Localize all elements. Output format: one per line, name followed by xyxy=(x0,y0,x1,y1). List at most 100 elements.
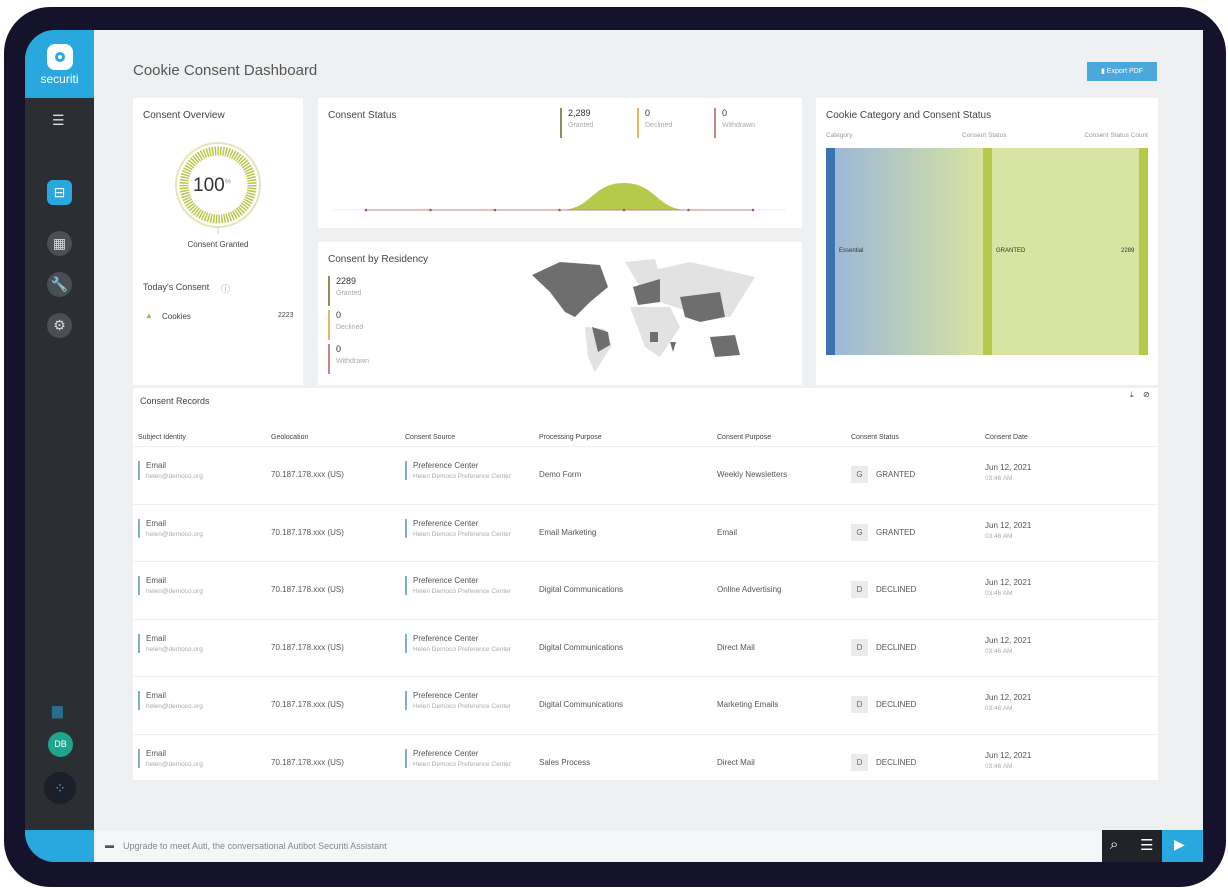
column-header[interactable]: Consent Purpose xyxy=(717,434,771,441)
identity-type: Email xyxy=(146,518,167,528)
status-text: DECLINED xyxy=(876,700,917,710)
table-row[interactable]: Email helen@democo.org 70.187.178.xxx (US… xyxy=(133,561,1158,618)
column-header[interactable]: Consent Date xyxy=(985,434,1028,441)
table-row[interactable]: Email helen@democo.org 70.187.178.xxx (US… xyxy=(133,676,1158,733)
menu-icon[interactable]: ☰ xyxy=(52,112,65,129)
geolocation: 70.187.178.xxx (US) xyxy=(271,470,344,479)
time: 03:46 AM xyxy=(985,475,1013,482)
stat-declined: 0 Declined xyxy=(328,310,363,340)
source-detail: Helen Democo Preference Center xyxy=(413,530,511,538)
avatar[interactable]: DB xyxy=(48,732,73,757)
card-title: Consent Overview xyxy=(143,110,225,121)
triangle-up-icon: ▲ xyxy=(145,311,153,320)
gauge-value: 100 xyxy=(193,175,225,196)
table-row[interactable]: Email helen@democo.org 70.187.178.xxx (US… xyxy=(133,446,1158,503)
time: 03:46 AM xyxy=(985,590,1013,598)
consent-date: Jun 12, 2021 03:46 AM xyxy=(985,463,1031,482)
series-granted-area xyxy=(366,183,753,210)
sankey-node-count[interactable] xyxy=(1139,148,1148,355)
time: 03:46 AM xyxy=(985,647,1013,655)
status-badge: D xyxy=(851,638,868,656)
identity-email: helen@democo.org xyxy=(146,588,203,596)
download-icon[interactable]: ⤓ xyxy=(1130,390,1134,400)
search-icon[interactable]: ⌕ xyxy=(1110,836,1118,853)
data-point xyxy=(429,208,432,212)
wrench-icon[interactable]: 🔧 xyxy=(47,272,72,297)
gauge-unit: % xyxy=(224,178,231,186)
gear-icon[interactable]: ⚙ xyxy=(47,313,72,338)
processing-purpose: Demo Form xyxy=(539,470,582,479)
assistant-input[interactable]: ▬ Upgrade to meet Auti, the conversation… xyxy=(96,831,1102,861)
source-detail: Helen Democo Preference Center xyxy=(413,588,511,596)
consent-source: Preference Center Helen Democo Preference… xyxy=(405,691,511,711)
table-row[interactable]: Email helen@democo.org 70.187.178.xxx (US… xyxy=(133,503,1158,561)
export-pdf-button[interactable]: ▮ Export PDF xyxy=(1087,62,1157,81)
stat-value: 0 xyxy=(336,344,342,354)
identity-email: helen@democo.org xyxy=(146,761,203,768)
geolocation: 70.187.178.xxx (US) xyxy=(271,527,344,537)
consent-status: D DECLINED xyxy=(851,754,916,771)
consent-source: Preference Center Helen Democo Preference… xyxy=(405,633,511,653)
sankey-label: GRANTED xyxy=(996,248,1026,254)
sliders-icon[interactable]: ☰ xyxy=(1140,836,1153,854)
sankey-node-essential[interactable] xyxy=(826,148,835,355)
status-text: GRANTED xyxy=(876,527,916,537)
chat-icon[interactable]: ▆ xyxy=(52,702,63,719)
todays-consent-title: Today's Consent xyxy=(143,282,210,292)
subject-identity: Email helen@democo.org xyxy=(138,576,203,596)
time: 03:46 AM xyxy=(985,763,1013,770)
cookie-category-card: Cookie Category and Consent Status Categ… xyxy=(816,98,1158,385)
toolbar: ⌕ ☰ xyxy=(1102,830,1162,862)
stat-granted: 2289 Granted xyxy=(328,276,361,306)
table-row[interactable]: Email helen@democo.org 70.187.178.xxx (US… xyxy=(133,734,1158,791)
status-text: DECLINED xyxy=(876,758,917,767)
status-badge: D xyxy=(851,754,868,771)
table-row[interactable]: Email helen@democo.org 70.187.178.xxx (US… xyxy=(133,618,1158,676)
stat-declined: 0 Declined xyxy=(637,108,672,138)
source-name: Preference Center xyxy=(413,461,479,470)
sidebar: securiti ☰ ⊟ ▦ 🔧 ⚙ ▆ DB ⁘ xyxy=(25,30,94,862)
card-title: Consent Status xyxy=(328,110,397,121)
status-text: GRANTED xyxy=(876,470,916,479)
date: Jun 12, 2021 xyxy=(985,693,1032,703)
status-badge: D xyxy=(851,696,868,714)
date: Jun 12, 2021 xyxy=(985,520,1032,530)
identity-email: helen@democo.org xyxy=(146,703,203,711)
time: 03:46 AM xyxy=(985,532,1013,540)
consent-status-card: Consent Status 2,289 Granted 0 Declined 0 W… xyxy=(318,98,802,228)
geolocation: 70.187.178.xxx (US) xyxy=(271,642,344,652)
info-icon[interactable]: ⓘ xyxy=(221,282,230,295)
sankey-node-granted[interactable] xyxy=(983,148,992,355)
column-header[interactable]: Consent Status xyxy=(851,434,899,441)
geolocation: 70.187.178.xxx (US) xyxy=(271,700,344,710)
processing-purpose: Digital Communications xyxy=(539,642,624,652)
column-header[interactable]: Processing Purpose xyxy=(539,434,602,441)
consent-overview-card: Consent Overview 100% Consent Granted To… xyxy=(133,98,303,385)
column-header[interactable]: Subject Identity xyxy=(138,434,186,441)
stat-label: Declined xyxy=(645,122,673,129)
logo[interactable]: securiti xyxy=(25,30,94,98)
hide-columns-icon[interactable]: ⊘ xyxy=(1143,390,1150,399)
video-play-button[interactable]: ▶ xyxy=(1162,830,1203,862)
consent-date: Jun 12, 2021 03:46 AM xyxy=(985,693,1031,712)
consent-purpose: Direct Mail xyxy=(717,758,755,767)
cookies-count: 2223 xyxy=(278,312,294,319)
dashboard-icon[interactable]: ▦ xyxy=(47,231,72,256)
geolocation: 70.187.178.xxx (US) xyxy=(271,758,344,767)
column-header[interactable]: Geolocation xyxy=(271,434,308,441)
date: Jun 12, 2021 xyxy=(985,578,1032,588)
apps-grid-icon[interactable]: ⁘ xyxy=(44,772,76,804)
status-badge: G xyxy=(851,523,868,541)
page-title: Cookie Consent Dashboard xyxy=(133,62,318,79)
assistant-placeholder: Upgrade to meet Auti, the conversational… xyxy=(123,841,387,851)
processing-purpose: Digital Communications xyxy=(539,700,624,710)
stat-label: Declined xyxy=(336,324,364,331)
column-header[interactable]: Consent Source xyxy=(405,434,455,441)
consent-status: D DECLINED xyxy=(851,638,916,656)
consent-source: Preference Center Helen Democo Preference… xyxy=(405,576,511,596)
consent-toggle-icon[interactable]: ⊟ xyxy=(47,180,72,205)
subject-identity: Email helen@democo.org xyxy=(138,518,203,538)
source-name: Preference Center xyxy=(413,749,479,758)
identity-email: helen@democo.org xyxy=(146,473,203,480)
subject-identity: Email helen@democo.org xyxy=(138,633,203,653)
